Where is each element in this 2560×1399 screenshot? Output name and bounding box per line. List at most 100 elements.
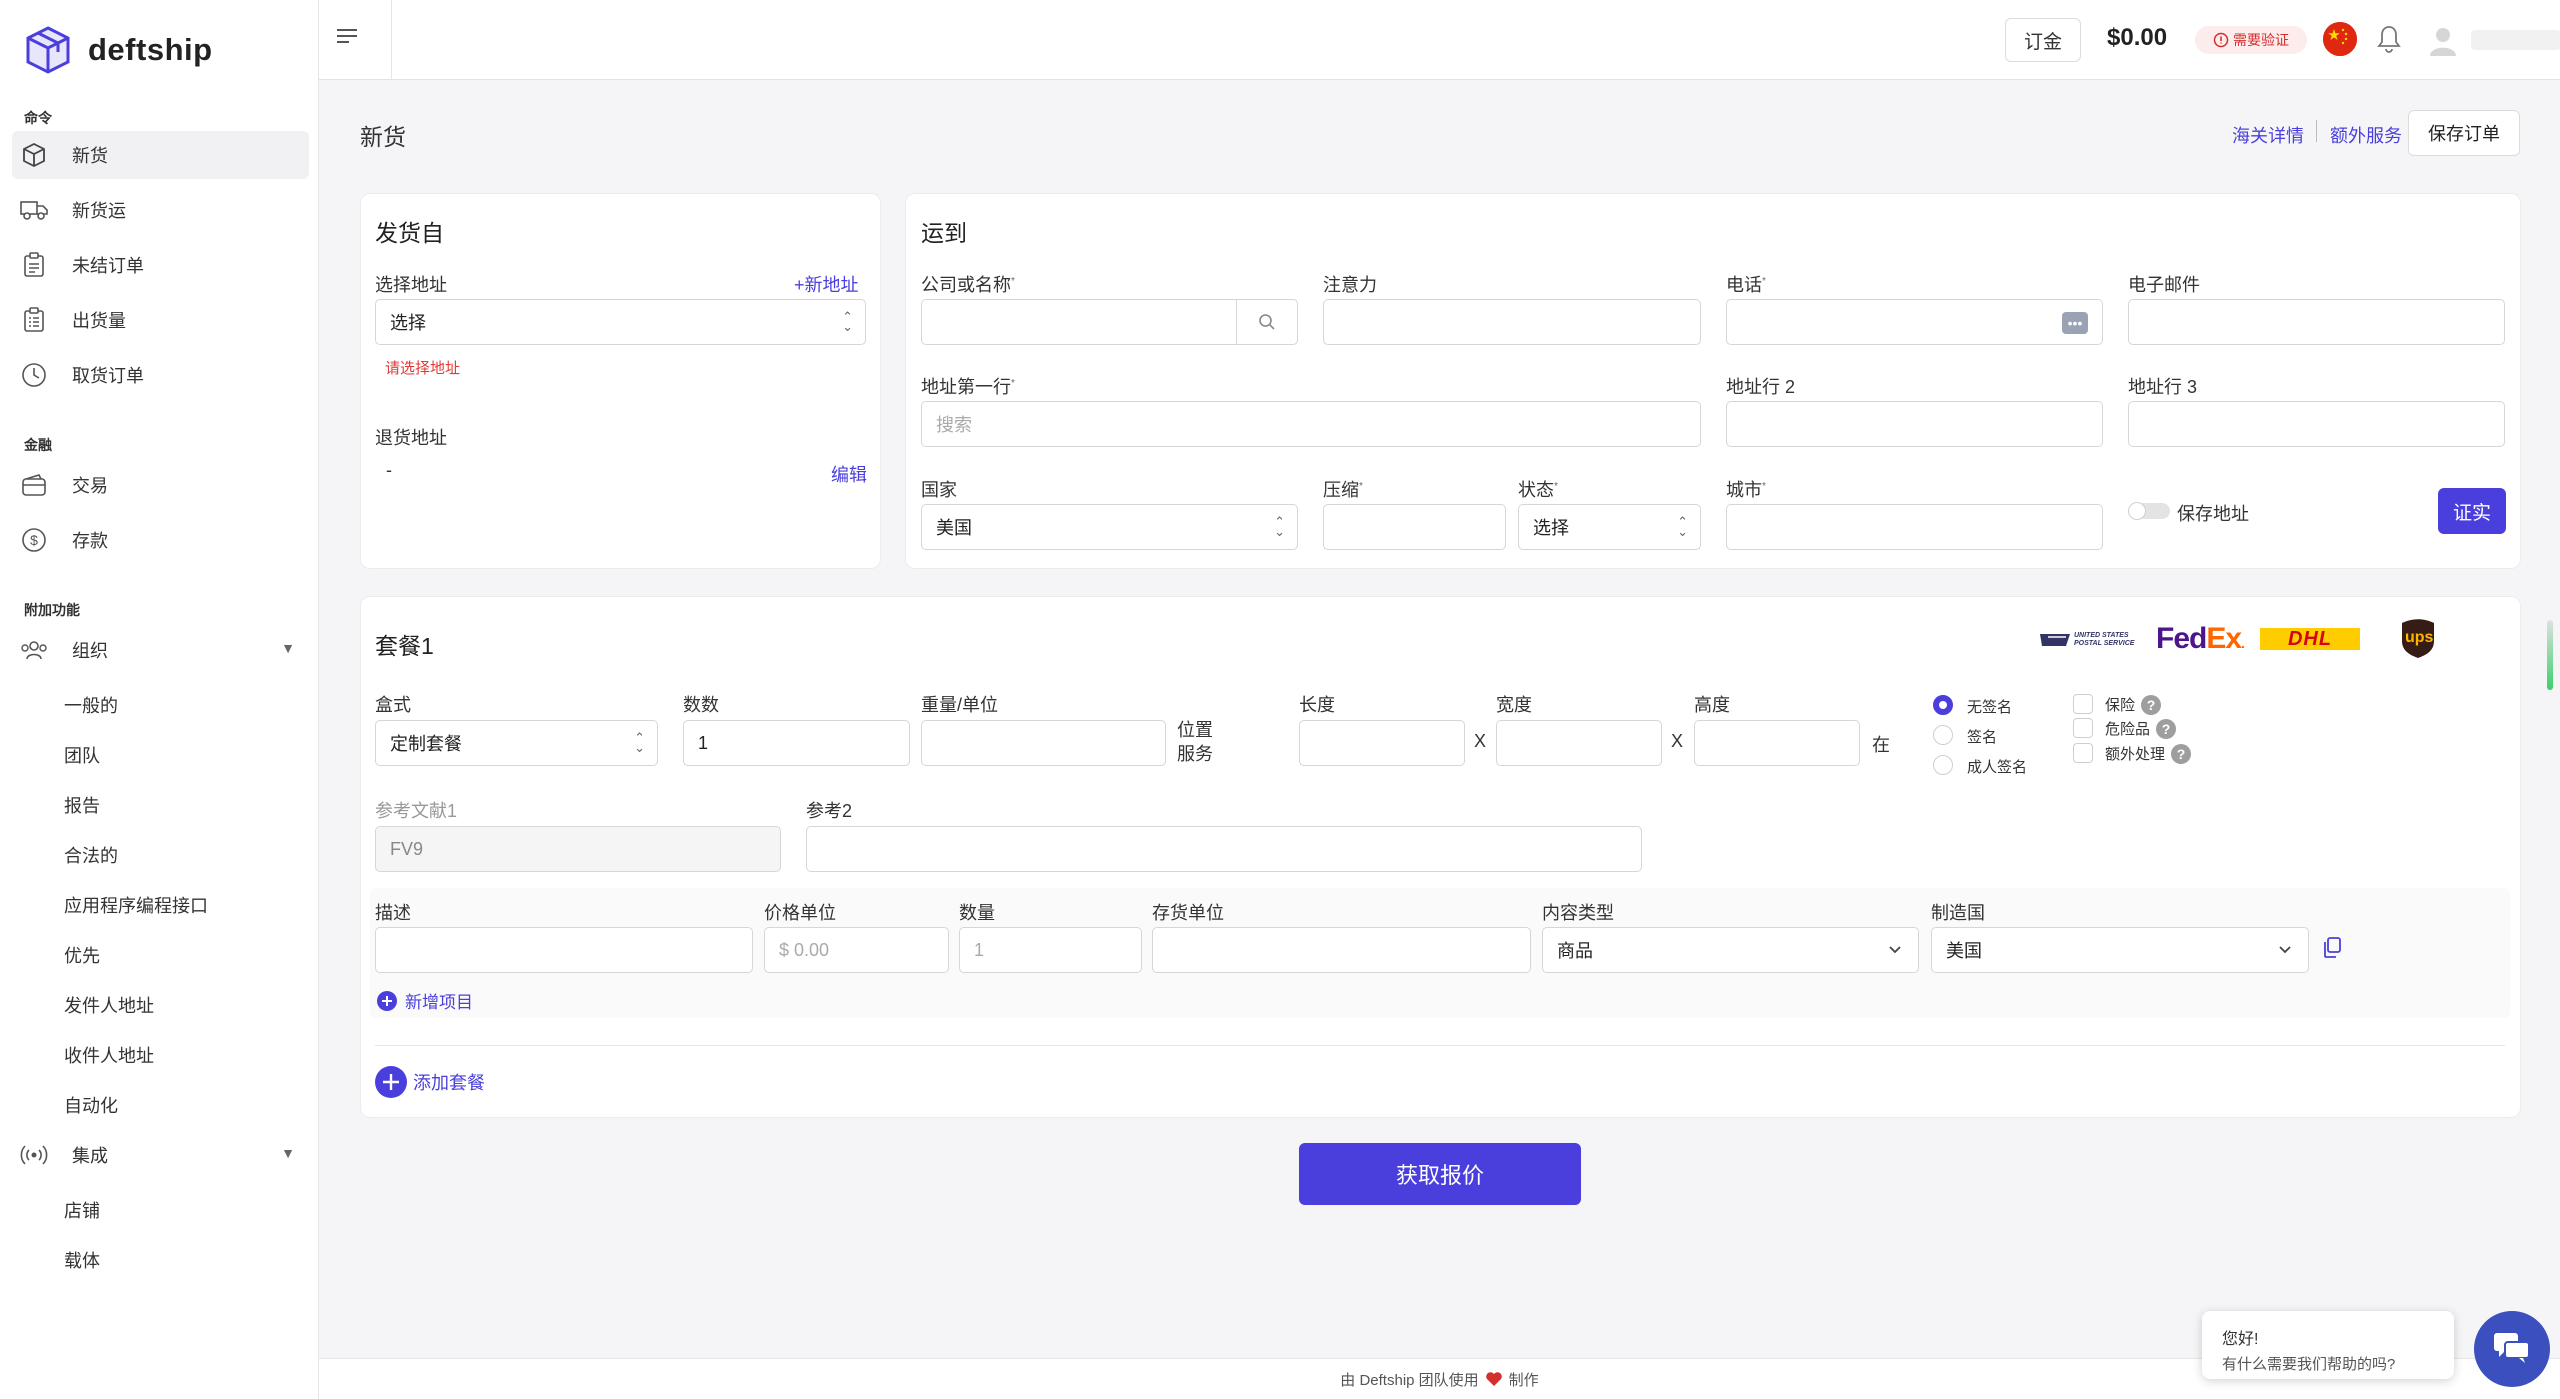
customs-details-link[interactable]: 海关详情 (2232, 122, 2304, 148)
verification-badge[interactable]: 需要验证 (2195, 26, 2307, 54)
sidebar-subitem-carriers[interactable]: 载体 (64, 1247, 100, 1273)
sidebar-item-shipments[interactable]: 出货量 (12, 296, 309, 344)
phone-input[interactable]: ••• (1726, 299, 2103, 345)
add-package-label: 添加套餐 (413, 1073, 485, 1093)
width-input[interactable] (1496, 720, 1662, 766)
sidebar-item-label: 集成 (72, 1146, 108, 1166)
copy-icon[interactable] (2322, 937, 2342, 964)
sidebar-item-transactions[interactable]: 交易 (12, 461, 309, 509)
zip-input[interactable] (1323, 504, 1506, 550)
content-type-select[interactable]: 商品 (1542, 927, 1919, 973)
save-address-toggle[interactable] (2128, 502, 2170, 520)
up-down-arrows-icon: ⌃ ⌄ (634, 730, 645, 755)
sidebar-subitem-preferences[interactable]: 优先 (64, 942, 100, 968)
brand-logo[interactable]: deftship (22, 24, 213, 76)
sidebar-item-label: 组织 (72, 641, 108, 661)
quantity-input[interactable]: 1 (959, 927, 1142, 973)
sidebar-subitem-reports[interactable]: 报告 (64, 792, 100, 818)
chat-icon (2494, 1333, 2530, 1363)
height-label: 高度 (1694, 695, 1730, 715)
address-line2-input[interactable] (1726, 401, 2103, 447)
new-address-link[interactable]: +新地址 (794, 271, 859, 297)
state-label: 状态* (1518, 480, 1558, 500)
sidebar-subitem-recipient-addresses[interactable]: 收件人地址 (64, 1042, 154, 1068)
help-icon[interactable]: ? (2141, 695, 2162, 715)
fedex-logo: FedEx. (2156, 622, 2245, 655)
menu-icon[interactable] (333, 24, 369, 56)
sidebar-item-pickup-orders[interactable]: 取货订单 (12, 351, 309, 399)
price-input[interactable]: $ 0.00 (764, 927, 949, 973)
length-input[interactable] (1299, 720, 1465, 766)
china-flag-icon[interactable] (2323, 22, 2357, 56)
extra-handling-label: 额外处理? (2105, 743, 2192, 764)
sku-input[interactable] (1152, 927, 1531, 973)
email-input[interactable] (2128, 299, 2505, 345)
dangerous-goods-checkbox[interactable] (2073, 718, 2093, 738)
address-line3-input[interactable] (2128, 401, 2505, 447)
state-select[interactable]: 选择 ⌃ ⌄ (1518, 504, 1701, 550)
bell-icon[interactable] (2375, 24, 2403, 59)
box-type-select[interactable]: 定制套餐 ⌃ ⌄ (375, 720, 658, 766)
add-item-button[interactable]: 新增项目 (377, 988, 473, 1013)
keypad-icon[interactable]: ••• (2062, 312, 2088, 334)
sidebar-subitem-general[interactable]: 一般的 (64, 692, 118, 718)
signature-radio[interactable] (1933, 725, 1953, 745)
weight-input[interactable] (921, 720, 1166, 766)
user-name-placeholder[interactable] (2471, 30, 2560, 50)
no-signature-radio[interactable] (1933, 695, 1953, 715)
get-quote-button[interactable]: 获取报价 (1299, 1143, 1581, 1205)
help-icon[interactable]: ? (2156, 719, 2177, 739)
count-input[interactable]: 1 (683, 720, 910, 766)
sidebar-item-new-shipment[interactable]: 新货 (12, 131, 309, 179)
origin-country-select[interactable]: 美国 (1931, 927, 2309, 973)
sidebar-item-organization[interactable]: 组织 ▼ (12, 626, 309, 674)
extra-services-link[interactable]: 额外服务 (2330, 122, 2402, 148)
extra-handling-checkbox[interactable] (2073, 743, 2093, 763)
price-label: 价格单位 (764, 903, 836, 923)
help-icon[interactable]: ? (2171, 744, 2192, 764)
insurance-checkbox[interactable] (2073, 694, 2093, 714)
country-select[interactable]: 美国 ⌃ ⌄ (921, 504, 1298, 550)
deposit-button[interactable]: 订金 (2005, 18, 2081, 62)
width-label: 宽度 (1496, 695, 1532, 715)
sidebar-subitem-automation[interactable]: 自动化 (64, 1092, 118, 1118)
avatar[interactable] (2425, 22, 2461, 58)
sidebar-subitem-stores[interactable]: 店铺 (64, 1197, 100, 1223)
divider (2316, 120, 2317, 142)
save-order-button[interactable]: 保存订单 (2408, 110, 2520, 156)
sidebar-item-integrations[interactable]: 集成 ▼ (12, 1131, 309, 1179)
reference2-input[interactable] (806, 826, 1642, 872)
sidebar-item-deposits[interactable]: $ 存款 (12, 516, 309, 564)
sidebar-subitem-team[interactable]: 团队 (64, 742, 100, 768)
sidebar-item-label: 交易 (72, 476, 108, 496)
sidebar-subitem-sender-addresses[interactable]: 发件人地址 (64, 992, 154, 1018)
usps-logo-text: UNITED STATES POSTAL SERVICE (2074, 632, 2135, 647)
chat-launcher-button[interactable] (2474, 1311, 2550, 1387)
adult-signature-radio[interactable] (1933, 755, 1953, 775)
description-label: 描述 (375, 903, 411, 923)
description-input[interactable] (375, 927, 753, 973)
address-error-message: 请选择地址 (385, 360, 461, 377)
ship-from-address-select[interactable]: 选择 ⌃ ⌄ (375, 299, 866, 345)
sidebar-item-new-freight[interactable]: 新货运 (12, 186, 309, 234)
caret-down-icon[interactable]: ▼ (281, 640, 295, 656)
attention-input[interactable] (1323, 299, 1701, 345)
city-input[interactable] (1726, 504, 2103, 550)
add-package-button[interactable]: 添加套餐 (375, 1066, 485, 1098)
sidebar-item-label: 新货 (72, 146, 108, 166)
search-icon[interactable] (1236, 299, 1298, 345)
sidebar-subitem-legal[interactable]: 合法的 (64, 842, 118, 868)
reference1-input[interactable]: FV9 (375, 826, 781, 872)
chat-greeting-bubble[interactable]: 您好! 有什么需要我们帮助的吗? (2202, 1311, 2454, 1379)
package-title: 套餐1 (375, 633, 434, 659)
caret-down-icon[interactable]: ▼ (281, 1145, 295, 1161)
up-down-arrows-icon: ⌃ ⌄ (1274, 514, 1285, 539)
edit-return-address-link[interactable]: 编辑 (831, 461, 867, 487)
svg-text:$: $ (30, 532, 38, 548)
sidebar-subitem-api[interactable]: 应用程序编程接口 (64, 892, 208, 918)
sidebar-item-open-orders[interactable]: 未结订单 (12, 241, 309, 289)
address-line1-input[interactable]: 搜索 (921, 401, 1701, 447)
scrollbar[interactable] (2547, 620, 2553, 690)
height-input[interactable] (1694, 720, 1860, 766)
verify-address-button[interactable]: 证实 (2438, 488, 2506, 534)
